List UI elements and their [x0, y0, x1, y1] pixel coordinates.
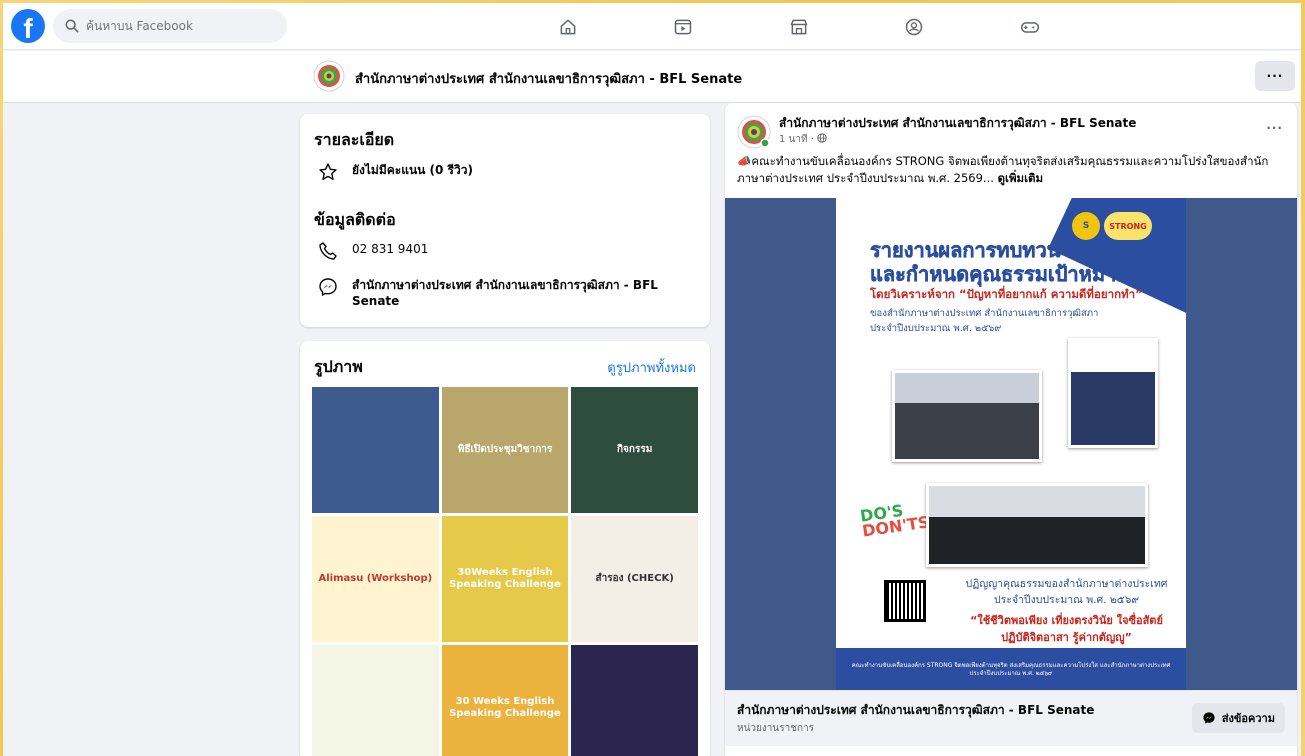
facebook-logo[interactable]: f — [11, 9, 45, 43]
photos-title: รูปภาพ — [314, 357, 363, 376]
browser-frame: f สำนักภาษาต่างประเทศ สำนักงานเลขาธิการว… — [3, 3, 1301, 756]
globe-icon — [817, 133, 827, 143]
poster-sheet: S STRONG รายงานผลการทบทวน และกำหนดคุณธรร… — [836, 198, 1186, 690]
page-name[interactable]: สำนักภาษาต่างประเทศ สำนักงานเลขาธิการวุฒ… — [355, 68, 742, 89]
poster-org-line1: ของสำนักภาษาต่างประเทศ สำนักงานเลขาธิการ… — [870, 308, 1099, 319]
groups-icon[interactable] — [902, 15, 926, 39]
post-footer-category: หน่วยงานราชการ — [737, 723, 815, 734]
poster-title-line1: รายงานผลการทบทวน — [870, 238, 1061, 263]
details-card: รายละเอียด ยังไม่มีคะแนน (0 รีวิว) ข้อมู… — [300, 114, 710, 327]
poster-dos-donts: DO'S DON'TS — [859, 499, 931, 541]
messenger-icon — [319, 278, 337, 297]
poster-group-photo — [926, 483, 1148, 567]
photo-thumbnail[interactable]: 30 Weeks English Speaking Challenge — [441, 645, 569, 756]
phone-row: 02 831 9401 — [318, 241, 428, 261]
photo-thumbnail-label: Alimasu (Workshop) — [318, 573, 433, 584]
photos-card: รูปภาพ ดูรูปภาพทั้งหมด พิธีเปิดประชุมวิช… — [300, 341, 710, 756]
star-icon — [319, 163, 337, 180]
poster-subtitle: โดยวิเคราะห์จาก “ปัญหาที่อยากแก้ ความดีท… — [870, 287, 1143, 301]
phone-number[interactable]: 02 831 9401 — [352, 241, 428, 257]
post-meta: 1 นาที · — [779, 132, 827, 147]
search-box[interactable] — [53, 9, 287, 43]
poster-meeting-photo — [892, 370, 1042, 462]
photo-thumbnail-label: 30 Weeks English Speaking Challenge — [449, 696, 561, 719]
post-options-button[interactable]: ··· — [1266, 121, 1283, 135]
video-icon[interactable] — [671, 15, 695, 39]
more-options-button[interactable]: ··· — [1255, 61, 1295, 91]
poster-org-line2: ประจำปีงบประมาณ พ.ศ. ๒๕๖๙ — [870, 323, 1002, 334]
phone-icon — [319, 242, 337, 260]
search-icon — [65, 19, 79, 33]
poster-motto: “ใช้ชีวิตพอเพียง เที่ยงตรงวินัย ใจซื่อสั… — [954, 612, 1179, 646]
post-author-avatar[interactable] — [737, 115, 771, 149]
poster-footer: คณะทำงานขับเคลื่อนองค์กร STRONG จิตพอเพี… — [836, 648, 1186, 690]
photo-thumbnail-label: พิธีเปิดประชุมวิชาการ — [457, 444, 553, 455]
photo-thumbnail[interactable] — [571, 645, 698, 756]
rating-row: ยังไม่มีคะแนน (0 รีวิว) — [318, 162, 473, 182]
details-title: รายละเอียด — [314, 130, 395, 149]
messenger-icon — [1203, 712, 1215, 724]
poster-badge-s: S — [1072, 212, 1100, 240]
poster-title-line2: และกำหนดคุณธรรมเป้าหมาย — [870, 262, 1128, 287]
messenger-link[interactable]: สำนักภาษาต่างประเทศ สำนักงานเลขาธิการวุฒ… — [352, 277, 682, 309]
poster-qr-code — [884, 580, 926, 622]
photo-thumbnail[interactable]: กิจกรรม — [571, 387, 698, 513]
photo-grid: พิธีเปิดประชุมวิชาการ กิจกรรม Alimasu (Wor… — [312, 387, 698, 756]
post-author-name[interactable]: สำนักภาษาต่างประเทศ สำนักงานเลขาธิการวุฒ… — [779, 114, 1136, 133]
rating-text: ยังไม่มีคะแนน (0 รีวิว) — [352, 163, 473, 177]
photo-thumbnail[interactable]: Alimasu (Workshop) — [312, 516, 439, 642]
post-card: สำนักภาษาต่างประเทศ สำนักงานเลขาธิการวุฒ… — [725, 103, 1297, 756]
messenger-row: สำนักภาษาต่างประเทศ สำนักงานเลขาธิการวุฒ… — [318, 277, 698, 309]
poster-motto-line1: “ใช้ชีวิตพอเพียง เที่ยงตรงวินัย ใจซื่อสั… — [970, 614, 1163, 627]
see-more-link[interactable]: ดูเพิ่มเติม — [998, 171, 1044, 185]
poster-motto-line2: ปฏิบัติจิตอาสา รู้ค่ากตัญญู” — [1001, 631, 1132, 644]
post-image[interactable]: S STRONG รายงานผลการทบทวน และกำหนดคุณธรร… — [725, 198, 1297, 690]
page-header-bar: สำนักภาษาต่างประเทศ สำนักงานเลขาธิการวุฒ… — [3, 51, 1301, 103]
poster-declaration-line1: ปฏิญญาคุณธรรมของสำนักภาษาต่างประเทศ — [965, 578, 1168, 590]
post-footer-title[interactable]: สำนักภาษาต่างประเทศ สำนักงานเลขาธิการวุฒ… — [737, 701, 1094, 720]
photo-thumbnail-label: สำรอง (CHECK) — [595, 573, 674, 584]
see-all-photos-link[interactable]: ดูรูปภาพทั้งหมด — [607, 357, 696, 378]
poster-title: รายงานผลการทบทวน และกำหนดคุณธรรมเป้าหมาย — [870, 238, 1128, 287]
photo-thumbnail-label: กิจกรรม — [617, 444, 653, 455]
contact-title: ข้อมูลติดต่อ — [314, 210, 396, 229]
poster-org: ของสำนักภาษาต่างประเทศ สำนักงานเลขาธิการ… — [870, 306, 1098, 336]
photo-thumbnail[interactable]: พิธีเปิดประชุมวิชาการ — [441, 387, 569, 513]
top-navigation-bar: f — [3, 3, 1301, 50]
poster-person-photo — [1068, 338, 1158, 448]
photo-thumbnail[interactable]: 30Weeks English Speaking Challenge — [441, 516, 569, 642]
search-input[interactable] — [86, 19, 266, 33]
home-icon[interactable] — [556, 15, 580, 39]
send-message-label: ส่งข้อความ — [1221, 712, 1275, 725]
photo-thumbnail[interactable] — [312, 645, 439, 756]
marketplace-icon[interactable] — [787, 15, 811, 39]
page-avatar[interactable] — [313, 60, 345, 92]
poster-declaration: ปฏิญญาคุณธรรมของสำนักภาษาต่างประเทศ ประจ… — [954, 576, 1179, 608]
photo-thumbnail[interactable] — [312, 387, 439, 513]
gaming-icon[interactable] — [1018, 15, 1042, 39]
post-time[interactable]: 1 นาที · — [779, 134, 817, 145]
photo-thumbnail[interactable]: สำรอง (CHECK) — [571, 516, 698, 642]
post-page-footer: สำนักภาษาต่างประเทศ สำนักงานเลขาธิการวุฒ… — [725, 690, 1297, 746]
poster-badge-strong: STRONG — [1104, 212, 1152, 240]
photo-thumbnail-label: 30Weeks English Speaking Challenge — [449, 567, 561, 590]
post-text: 📣คณะทำงานขับเคลื่อนองค์กร STRONG จิตพอเพ… — [737, 153, 1285, 187]
poster-declaration-line2: ประจำปีงบประมาณ พ.ศ. ๒๕๖๙ — [993, 594, 1140, 606]
send-message-button[interactable]: ส่งข้อความ — [1191, 703, 1285, 733]
